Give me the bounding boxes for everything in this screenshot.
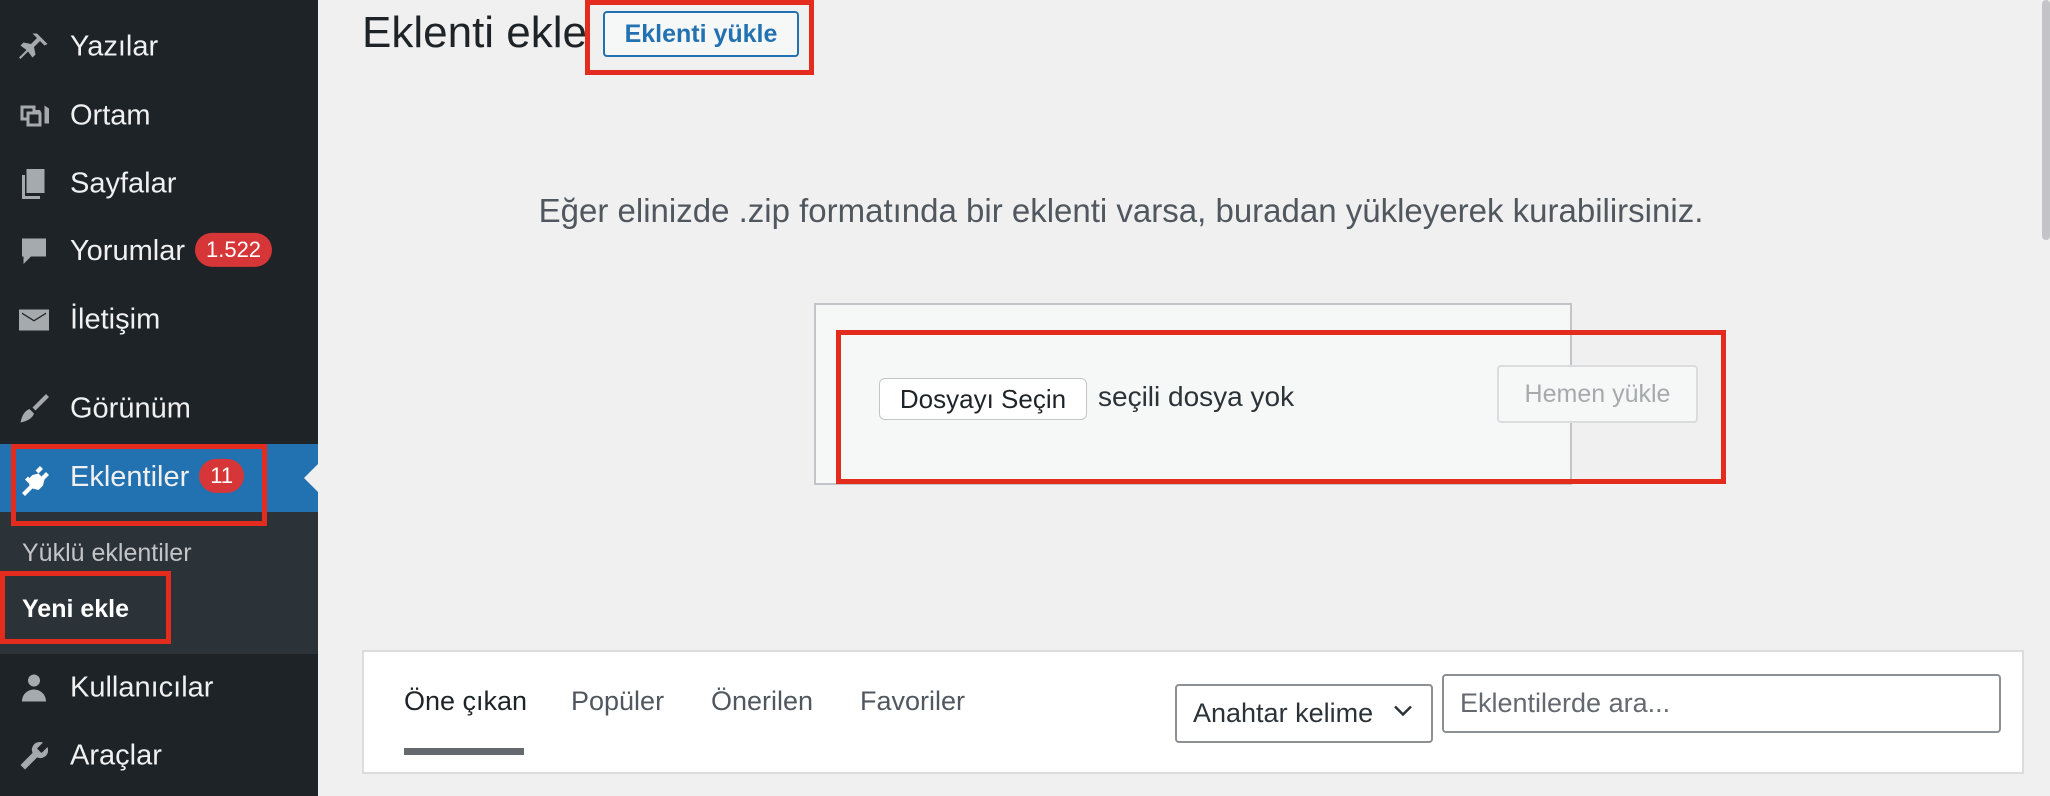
media-icon — [14, 96, 54, 136]
chevron-down-icon — [1391, 698, 1415, 729]
no-file-selected-text: seçili dosya yok — [1098, 381, 1295, 412]
plugins-update-badge: 11 — [199, 459, 245, 494]
sidebar-item-tools[interactable]: Araçlar — [0, 725, 318, 787]
search-type-value: Anahtar kelime — [1193, 698, 1374, 728]
sidebar-item-label: Yazılar — [70, 30, 159, 63]
page-title: Eklenti ekle — [362, 8, 588, 57]
sidebar-item-contact[interactable]: İletişim — [0, 289, 318, 351]
sidebar-item-label: Görünüm — [70, 392, 191, 425]
plugin-icon — [14, 458, 54, 498]
sidebar-item-label: Eklentiler 11 — [70, 459, 245, 495]
mail-icon — [14, 300, 54, 340]
wrench-icon — [14, 736, 54, 776]
current-tab-underline — [404, 748, 524, 755]
sidebar-item-label: Kullanıcılar — [70, 671, 214, 704]
upload-help: Eğer elinizde .zip formatında bir eklent… — [0, 192, 2050, 230]
brush-icon — [14, 389, 54, 429]
sidebar-item-label: Yorumlar 1.522 — [70, 233, 273, 269]
sidebar-item-plugins[interactable]: Eklentiler 11 — [0, 444, 318, 512]
tab-popular[interactable]: Popüler — [571, 686, 664, 717]
submenu-item-installed-plugins[interactable]: Yüklü eklentiler — [22, 539, 192, 568]
tab-recommended[interactable]: Önerilen — [711, 686, 813, 717]
sidebar-item-label: İletişim — [70, 303, 161, 336]
upload-help-text: Eğer elinizde .zip formatında bir eklent… — [538, 192, 1704, 229]
sidebar-item-comments-text: Yorumlar — [70, 234, 185, 267]
comments-count-badge: 1.522 — [194, 233, 273, 268]
active-indicator-arrow — [304, 464, 318, 492]
sidebar-item-plugins-text: Eklentiler — [70, 460, 190, 493]
tab-featured[interactable]: Öne çıkan — [404, 686, 527, 717]
plugins-submenu: Yüklü eklentiler Yeni ekle — [0, 512, 318, 654]
sidebar-item-label: Ortam — [70, 99, 151, 132]
upload-plugin-button[interactable]: Eklenti yükle — [603, 11, 799, 57]
pin-icon — [14, 27, 54, 67]
sidebar-item-media[interactable]: Ortam — [0, 85, 318, 147]
install-now-button[interactable]: Hemen yükle — [1497, 365, 1698, 423]
user-icon — [14, 668, 54, 708]
admin-sidebar: Yazılar Ortam Sayfalar Yorumlar 1.522 İle… — [0, 0, 318, 796]
sidebar-item-label: Araçlar — [70, 739, 162, 772]
tab-favorites[interactable]: Favoriler — [860, 686, 965, 717]
comment-icon — [14, 232, 54, 272]
search-type-select[interactable]: Anahtar kelime — [1175, 684, 1433, 743]
sidebar-item-comments[interactable]: Yorumlar 1.522 — [0, 221, 318, 283]
sidebar-item-users[interactable]: Kullanıcılar — [0, 657, 318, 719]
sidebar-item-posts[interactable]: Yazılar — [0, 16, 318, 78]
submenu-item-add-new[interactable]: Yeni ekle — [22, 595, 129, 624]
page-scrollbar[interactable] — [2042, 0, 2050, 240]
choose-file-button[interactable]: Dosyayı Seçin — [879, 378, 1087, 420]
sidebar-item-appearance[interactable]: Görünüm — [0, 378, 318, 440]
plugin-search-input[interactable] — [1442, 674, 2001, 733]
